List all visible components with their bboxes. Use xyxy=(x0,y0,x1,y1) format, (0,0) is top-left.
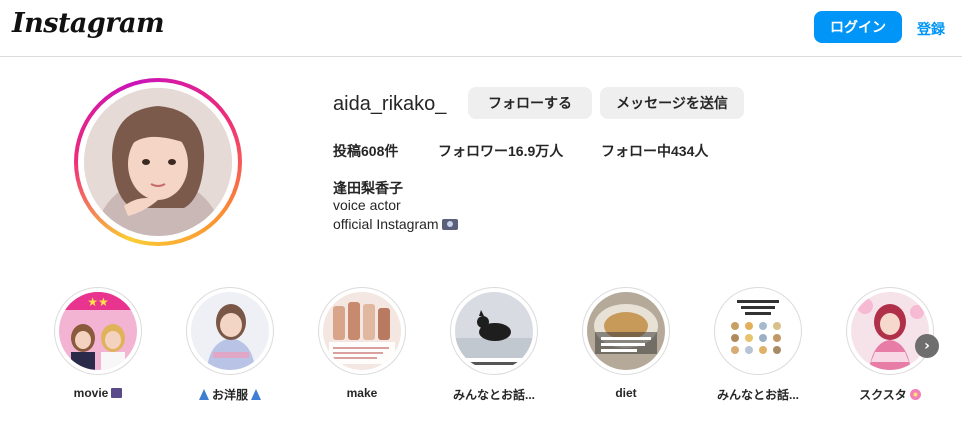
highlight-cover xyxy=(851,292,929,370)
camera-icon xyxy=(441,219,458,230)
highlight-cover xyxy=(455,292,533,370)
clapper-board-icon xyxy=(111,388,123,398)
highlight-cover: ★★ xyxy=(59,292,137,370)
highlight-label: お洋服 xyxy=(166,386,294,403)
followers-link[interactable]: フォロワー16.9万人 xyxy=(438,141,563,161)
follow-button[interactable]: フォローする xyxy=(468,87,592,119)
posts-count: 投稿608件 xyxy=(333,143,399,159)
story-highlight[interactable]: スクスタ xyxy=(846,287,934,402)
highlight-label: みんなとお話... xyxy=(452,388,535,402)
bio-line: official Instagram xyxy=(333,216,458,232)
bio-text: official Instagram xyxy=(333,216,439,232)
message-button[interactable]: メッセージを送信 xyxy=(600,87,744,119)
bio-line: voice actor xyxy=(333,197,401,213)
dress-icon xyxy=(198,389,209,400)
highlight-label: make xyxy=(346,386,378,400)
instagram-logo[interactable]: Instagram xyxy=(12,8,165,39)
highlight-cover xyxy=(587,292,665,370)
top-bar: Instagram ログイン 登録 xyxy=(0,0,962,57)
signup-link[interactable]: 登録 xyxy=(917,19,945,39)
profile-full-name: 逢田梨香子 xyxy=(333,180,403,196)
flower-icon xyxy=(909,389,921,400)
story-highlight[interactable]: みんなとお話... xyxy=(450,287,538,402)
profile-photo xyxy=(84,88,232,236)
story-highlight[interactable]: make xyxy=(318,287,406,400)
login-button[interactable]: ログイン xyxy=(814,11,902,43)
story-highlight[interactable]: みんなとお話... xyxy=(714,287,802,402)
highlight-cover xyxy=(323,292,401,370)
svg-text:★★: ★★ xyxy=(87,295,109,309)
story-highlight[interactable]: diet xyxy=(582,287,670,400)
profile-avatar-story-ring[interactable] xyxy=(74,78,242,246)
highlight-label: movie xyxy=(34,386,162,400)
profile-avatar xyxy=(84,88,232,236)
chevron-right-icon[interactable]: › xyxy=(915,334,939,358)
story-highlight[interactable]: ★★ movie xyxy=(54,287,142,400)
story-highlight[interactable]: お洋服 xyxy=(186,287,274,402)
highlight-label: diet xyxy=(615,386,637,400)
profile-username: aida_rikako_ xyxy=(333,93,447,115)
highlight-label: みんなとお話... xyxy=(716,388,799,402)
highlight-label: スクスタ xyxy=(826,386,954,403)
highlight-cover xyxy=(719,292,797,370)
dress-icon xyxy=(251,389,261,400)
highlight-cover xyxy=(191,292,269,370)
following-link[interactable]: フォロー中434人 xyxy=(601,141,708,161)
